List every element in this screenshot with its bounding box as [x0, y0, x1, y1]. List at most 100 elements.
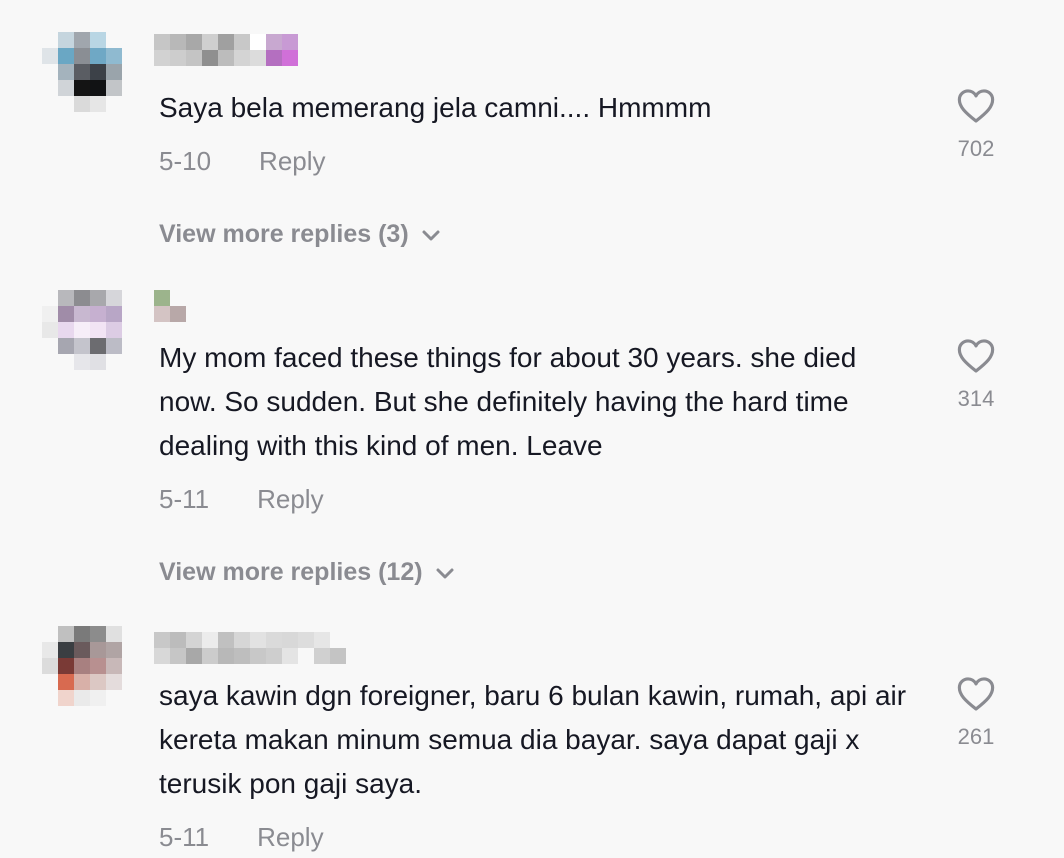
avatar-pixel: [122, 370, 138, 386]
avatar-pixel: [74, 338, 90, 354]
avatar-pixel: [122, 658, 138, 674]
comment-meta: 5-10 Reply: [159, 146, 326, 177]
avatar-pixel: [106, 80, 122, 96]
avatar-pixel: [74, 642, 90, 658]
avatar-pixel: [106, 370, 122, 386]
username-pixelated[interactable]: [154, 290, 186, 328]
avatar-pixel: [122, 354, 138, 370]
username-pixel: [186, 34, 202, 50]
username-pixel: [186, 632, 202, 648]
avatar-pixel: [42, 674, 58, 690]
username-pixel: [234, 50, 250, 66]
username-pixel: [314, 648, 330, 664]
avatar[interactable]: [42, 32, 138, 128]
username-pixelated[interactable]: [154, 34, 298, 72]
avatar-pixel: [122, 338, 138, 354]
avatar-pixel: [90, 322, 106, 338]
avatar-pixel: [58, 48, 74, 64]
username-pixel: [282, 34, 298, 50]
heart-icon: [957, 89, 995, 123]
avatar-pixel: [42, 290, 58, 306]
like-button[interactable]: 261: [946, 676, 1006, 750]
avatar-pixel: [74, 370, 90, 386]
avatar-pixel: [106, 690, 122, 706]
username-pixel: [250, 632, 266, 648]
username-pixel: [250, 34, 266, 50]
avatar-pixel: [90, 48, 106, 64]
avatar-pixel: [58, 354, 74, 370]
avatar-pixel: [90, 658, 106, 674]
username-pixel: [170, 632, 186, 648]
avatar-pixel: [106, 626, 122, 642]
comment-date: 5-10: [159, 146, 212, 176]
avatar-pixel: [42, 626, 58, 642]
avatar-pixel: [90, 354, 106, 370]
username-pixel: [330, 648, 346, 664]
avatar-pixel: [106, 706, 122, 722]
avatar-pixel: [106, 642, 122, 658]
avatar-pixel: [122, 64, 138, 80]
username-pixel: [202, 648, 218, 664]
view-more-replies[interactable]: View more replies (12): [159, 558, 455, 587]
username-pixel: [266, 648, 282, 664]
reply-button[interactable]: Reply: [259, 146, 325, 177]
reply-button[interactable]: Reply: [257, 484, 323, 515]
username-pixel: [234, 34, 250, 50]
reply-button[interactable]: Reply: [257, 822, 323, 853]
username-pixel: [154, 290, 170, 306]
avatar-pixel: [74, 674, 90, 690]
avatar-pixel: [106, 658, 122, 674]
like-button[interactable]: 702: [946, 88, 1006, 162]
avatar-pixel: [90, 674, 106, 690]
username-pixel: [154, 632, 170, 648]
avatar-pixel: [106, 32, 122, 48]
avatar-pixel: [58, 96, 74, 112]
username-pixelated[interactable]: [154, 632, 346, 670]
view-more-replies[interactable]: View more replies (3): [159, 220, 441, 249]
avatar-pixel: [42, 306, 58, 322]
like-button[interactable]: 314: [946, 338, 1006, 412]
avatar-pixel: [90, 642, 106, 658]
username-pixel: [202, 50, 218, 66]
avatar[interactable]: [42, 626, 138, 722]
username-pixel: [266, 50, 282, 66]
username-pixel: [298, 648, 314, 664]
avatar-pixel: [106, 290, 122, 306]
avatar-pixel: [74, 48, 90, 64]
username-pixel: [218, 50, 234, 66]
avatar-pixel: [42, 690, 58, 706]
avatar-pixel: [122, 32, 138, 48]
avatar-pixel: [42, 642, 58, 658]
avatar-pixel: [42, 112, 58, 128]
view-more-label: View more replies (12): [159, 558, 423, 586]
avatar-pixel: [42, 80, 58, 96]
avatar-pixel: [58, 64, 74, 80]
username-pixel: [218, 34, 234, 50]
avatar-pixel: [74, 322, 90, 338]
avatar-pixel: [42, 706, 58, 722]
view-more-label: View more replies (3): [159, 220, 409, 248]
username-pixel: [234, 632, 250, 648]
avatar[interactable]: [42, 290, 138, 386]
avatar-pixel: [42, 48, 58, 64]
avatar-pixel: [90, 690, 106, 706]
avatar-pixel: [74, 80, 90, 96]
avatar-pixel: [122, 706, 138, 722]
username-pixel: [170, 34, 186, 50]
comment-meta: 5-11 Reply: [159, 822, 324, 853]
avatar-pixel: [74, 290, 90, 306]
avatar-pixel: [90, 80, 106, 96]
avatar-pixel: [122, 290, 138, 306]
avatar-pixel: [74, 658, 90, 674]
username-pixel: [202, 34, 218, 50]
avatar-pixel: [106, 48, 122, 64]
like-count: 702: [957, 136, 995, 161]
comment-text: My mom faced these things for about 30 y…: [159, 342, 857, 461]
comment-date: 5-11: [159, 484, 210, 514]
username-pixel: [250, 50, 266, 66]
avatar-pixel: [58, 290, 74, 306]
username-pixel: [218, 632, 234, 648]
avatar-pixel: [58, 322, 74, 338]
avatar-pixel: [90, 370, 106, 386]
avatar-pixel: [106, 306, 122, 322]
